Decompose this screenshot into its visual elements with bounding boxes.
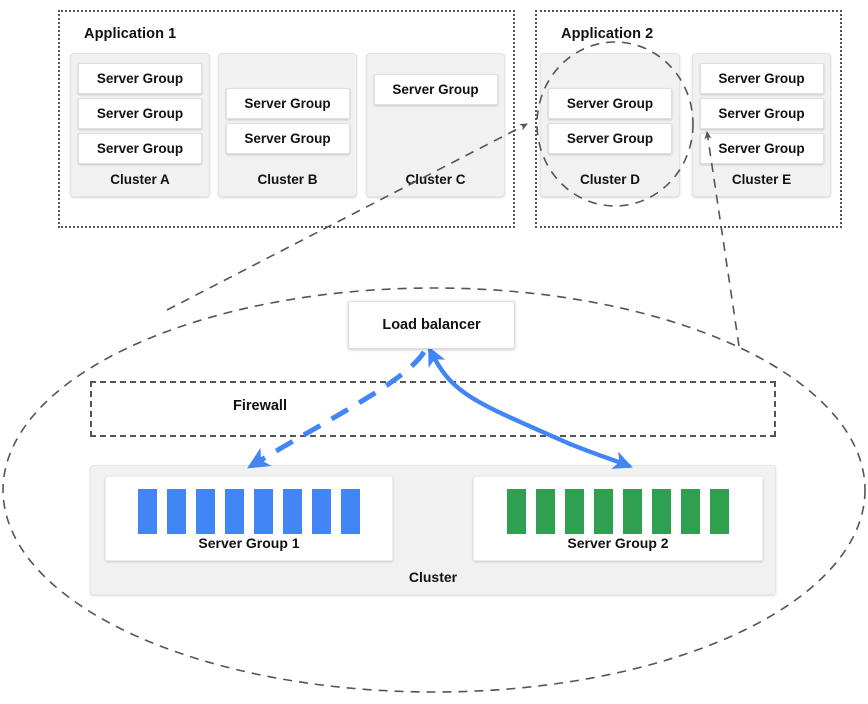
server-group-box[interactable]: Server Group — [699, 63, 824, 94]
server-group-1-panel[interactable]: Server Group 1 — [105, 476, 393, 561]
server-group-2-panel[interactable]: Server Group 2 — [473, 476, 763, 561]
server-bar — [196, 489, 215, 534]
cluster-c[interactable]: Server Group Cluster C — [366, 53, 505, 197]
server-group-box[interactable]: Server Group — [225, 88, 350, 119]
server-group-box[interactable]: Server Group — [699, 98, 824, 129]
server-bar — [594, 489, 613, 534]
cluster-b-label: Cluster B — [257, 172, 318, 187]
server-group-1-label: Server Group 1 — [198, 535, 300, 551]
cluster-a[interactable]: Server Group Server Group Server Group C… — [70, 53, 210, 197]
server-group-box[interactable]: Server Group — [699, 133, 824, 164]
server-group-2-servers — [474, 489, 762, 534]
server-bar — [681, 489, 700, 534]
server-bar — [341, 489, 360, 534]
server-bar — [312, 489, 331, 534]
server-bar — [283, 489, 302, 534]
detail-cluster-label: Cluster — [408, 569, 458, 585]
server-group-box[interactable]: Server Group — [225, 123, 350, 154]
server-bar — [167, 489, 186, 534]
diagram-canvas: Application 1 Server Group Server Group … — [0, 0, 868, 704]
server-group-1-servers — [106, 489, 392, 534]
server-bar — [710, 489, 729, 534]
server-group-box[interactable]: Server Group — [78, 133, 202, 164]
firewall-label: Firewall — [233, 398, 287, 414]
server-bar — [652, 489, 671, 534]
load-balancer-label: Load balancer — [382, 317, 481, 333]
cluster-d-label: Cluster D — [579, 172, 640, 187]
server-group-box[interactable]: Server Group — [373, 74, 498, 105]
cluster-e[interactable]: Server Group Server Group Server Group C… — [692, 53, 831, 197]
server-group-2-label: Server Group 2 — [567, 535, 669, 551]
server-bar — [507, 489, 526, 534]
cluster-a-label: Cluster A — [110, 172, 170, 187]
cluster-e-label: Cluster E — [731, 172, 792, 187]
server-bar — [623, 489, 642, 534]
server-bar — [536, 489, 555, 534]
cluster-c-label: Cluster C — [405, 172, 466, 187]
server-bar — [565, 489, 584, 534]
server-bar — [225, 489, 244, 534]
load-balancer-node[interactable]: Load balancer — [348, 301, 515, 349]
cluster-b[interactable]: Server Group Server Group Cluster B — [218, 53, 357, 197]
cluster-d[interactable]: Server Group Server Group Cluster D — [540, 53, 680, 197]
server-group-box[interactable]: Server Group — [548, 88, 672, 119]
server-group-box[interactable]: Server Group — [548, 123, 672, 154]
server-group-box[interactable]: Server Group — [78, 63, 202, 94]
detail-cluster[interactable]: Server Group 1 Server Group 2 Cluster — [90, 465, 776, 595]
server-bar — [254, 489, 273, 534]
server-group-box[interactable]: Server Group — [78, 98, 202, 129]
server-bar — [138, 489, 157, 534]
